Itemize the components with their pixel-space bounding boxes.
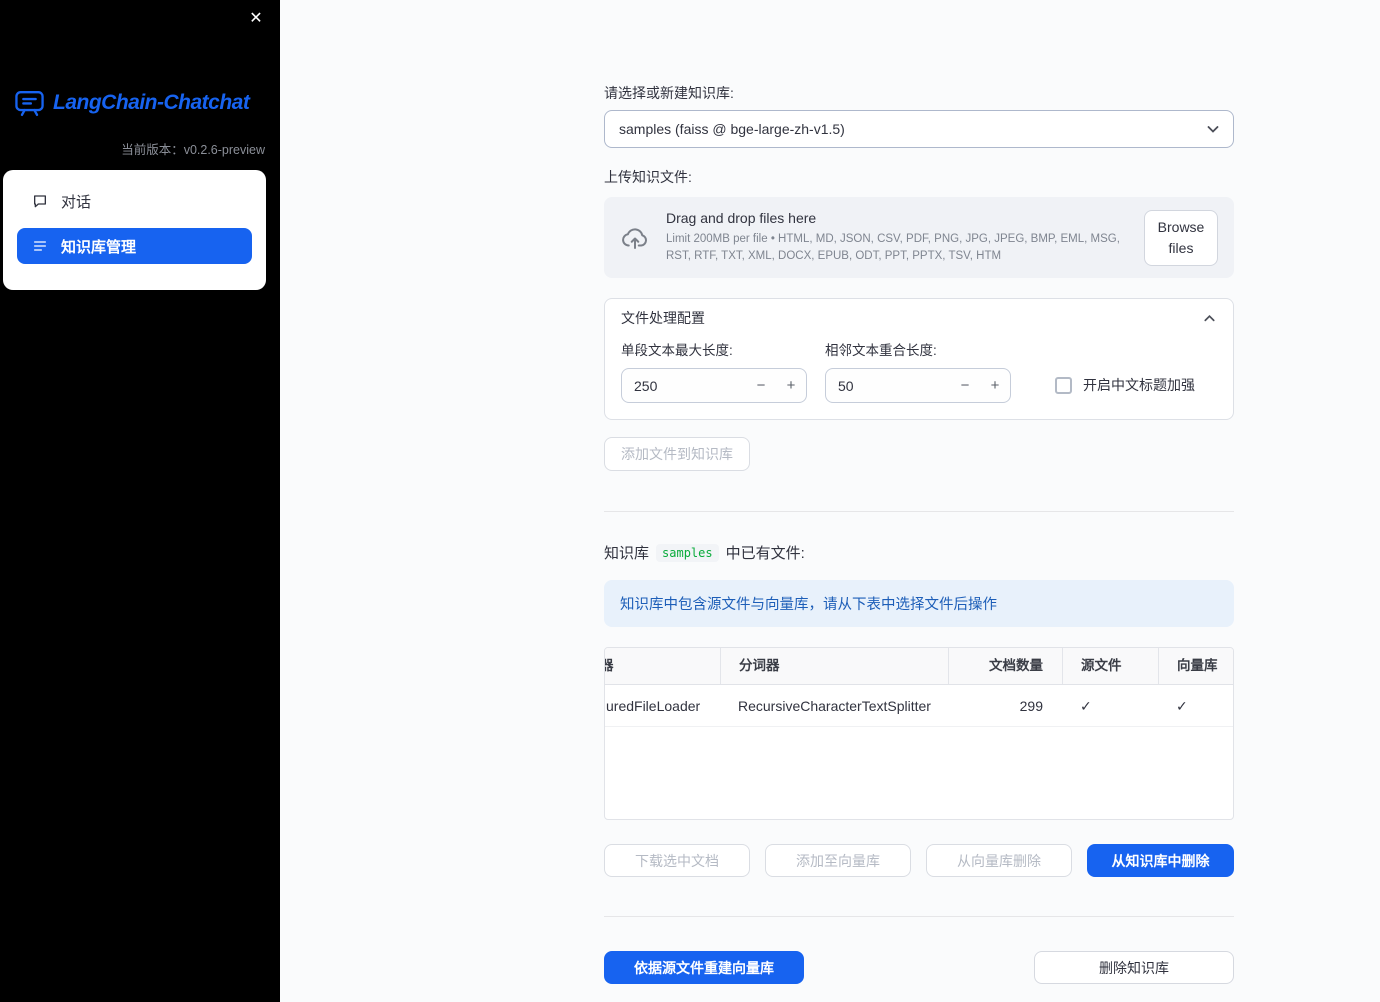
table-header-vector-store: 向量库 bbox=[1158, 648, 1233, 684]
expander-title: 文件处理配置 bbox=[621, 310, 705, 326]
version-text: 当前版本：v0.2.6-preview bbox=[121, 143, 265, 157]
file-actions-row: 下载选中文档 添加至向量库 从向量库删除 从知识库中删除 bbox=[604, 844, 1234, 877]
cell-splitter: RecursiveCharacterTextSplitter bbox=[738, 698, 931, 714]
cell-doc-count: 299 bbox=[1019, 698, 1043, 714]
browse-files-button[interactable]: Browse files bbox=[1144, 209, 1218, 266]
sidebar-close-button[interactable]: ✕ bbox=[245, 8, 267, 30]
zh-title-enhance-label: 开启中文标题加强 bbox=[1083, 377, 1195, 393]
download-selected-button[interactable]: 下载选中文档 bbox=[604, 844, 750, 877]
kb-heading-prefix: 知识库 bbox=[604, 545, 650, 562]
zh-title-enhance-group: 开启中文标题加强 bbox=[1055, 375, 1195, 395]
kb-select-label: 请选择或新建知识库: bbox=[604, 85, 734, 101]
dropzone-title: Drag and drop files here bbox=[666, 210, 817, 227]
max-length-field: 单段文本最大长度: 250 − + bbox=[621, 339, 807, 403]
knowledge-base-icon bbox=[32, 238, 48, 254]
kb-select-value: samples (faiss @ bge-large-zh-v1.5) bbox=[619, 121, 845, 137]
chevron-down-icon bbox=[1205, 121, 1221, 137]
max-length-label: 单段文本最大长度: bbox=[621, 343, 733, 358]
rebuild-vector-store-button[interactable]: 依据源文件重建向量库 bbox=[604, 951, 804, 984]
divider bbox=[604, 916, 1234, 917]
cell-source-file-check: ✓ bbox=[1080, 698, 1092, 714]
cell-loader: uredFileLoader bbox=[606, 698, 701, 714]
expander-body: 单段文本最大长度: 250 − + 相邻文本重合长度: 50 − + 开启中文标… bbox=[605, 337, 1233, 419]
app-logo: LangChain-Chatchat bbox=[13, 86, 250, 119]
kb-footer-actions: 依据源文件重建向量库 删除知识库 bbox=[604, 951, 1234, 984]
close-icon: ✕ bbox=[249, 10, 263, 27]
table-row[interactable]: uredFileLoader RecursiveCharacterTextSpl… bbox=[605, 685, 1233, 727]
overlap-label: 相邻文本重合长度: bbox=[825, 343, 937, 358]
add-files-to-kb-button[interactable]: 添加文件到知识库 bbox=[604, 437, 750, 471]
info-banner-text: 知识库中包含源文件与向量库，请从下表中选择文件后操作 bbox=[620, 597, 997, 613]
upload-label: 上传知识文件: bbox=[604, 169, 692, 185]
kb-files-table[interactable]: 器 分词器 文档数量 源文件 向量库 uredFileLoader Recurs… bbox=[604, 647, 1234, 820]
sidebar-menu: 对话 知识库管理 bbox=[3, 170, 266, 290]
file-config-expander: 文件处理配置 单段文本最大长度: 250 − + 相邻文本重合长度: 50 − … bbox=[604, 298, 1234, 420]
max-length-plus-button[interactable]: + bbox=[776, 369, 806, 402]
zh-title-enhance-checkbox[interactable] bbox=[1055, 376, 1072, 394]
app-title: LangChain-Chatchat bbox=[53, 90, 250, 114]
expander-header[interactable]: 文件处理配置 bbox=[605, 299, 1233, 337]
overlap-input[interactable]: 50 − + bbox=[825, 368, 1011, 403]
divider bbox=[604, 511, 1234, 512]
chat-logo-icon bbox=[13, 86, 46, 119]
table-header-doc-count: 文档数量 bbox=[948, 648, 1062, 684]
upload-cloud-icon bbox=[620, 223, 650, 253]
delete-kb-button[interactable]: 删除知识库 bbox=[1034, 951, 1234, 984]
main-content: 请选择或新建知识库: samples (faiss @ bge-large-zh… bbox=[604, 0, 1234, 984]
sidebar-item-kb-management[interactable]: 知识库管理 bbox=[17, 228, 252, 264]
remove-from-kb-button[interactable]: 从知识库中删除 bbox=[1087, 844, 1234, 877]
kb-name-code: samples bbox=[656, 543, 719, 562]
overlap-field: 相邻文本重合长度: 50 − + bbox=[825, 339, 1011, 403]
dropzone-limit-text: Limit 200MB per file • HTML, MD, JSON, C… bbox=[666, 233, 1120, 262]
sidebar-item-dialogue[interactable]: 对话 bbox=[17, 184, 252, 218]
remove-from-vector-store-button[interactable]: 从向量库删除 bbox=[926, 844, 1072, 877]
table-header-row: 器 分词器 文档数量 源文件 向量库 bbox=[605, 648, 1233, 685]
table-header-splitter: 分词器 bbox=[720, 648, 948, 684]
info-banner: 知识库中包含源文件与向量库，请从下表中选择文件后操作 bbox=[604, 580, 1234, 627]
cell-vector-store-check: ✓ bbox=[1176, 698, 1188, 714]
overlap-plus-button[interactable]: + bbox=[980, 369, 1010, 402]
overlap-minus-button[interactable]: − bbox=[950, 369, 980, 402]
max-length-value[interactable]: 250 bbox=[622, 378, 746, 394]
max-length-minus-button[interactable]: − bbox=[746, 369, 776, 402]
chevron-up-icon bbox=[1202, 311, 1217, 326]
overlap-value[interactable]: 50 bbox=[826, 378, 950, 394]
kb-files-heading: 知识库 samples 中已有文件: bbox=[604, 542, 1234, 563]
sidebar: ✕ LangChain-Chatchat 当前版本：v0.2.6-preview… bbox=[0, 0, 280, 1002]
add-to-vector-store-button[interactable]: 添加至向量库 bbox=[765, 844, 911, 877]
chat-bubble-icon bbox=[32, 193, 48, 209]
max-length-input[interactable]: 250 − + bbox=[621, 368, 807, 403]
table-header-loader: 器 bbox=[605, 648, 720, 684]
file-uploader-dropzone[interactable]: Drag and drop files here Limit 200MB per… bbox=[604, 197, 1234, 278]
sidebar-item-label: 知识库管理 bbox=[61, 238, 137, 256]
sidebar-item-label: 对话 bbox=[61, 193, 92, 211]
kb-select[interactable]: samples (faiss @ bge-large-zh-v1.5) bbox=[604, 110, 1234, 148]
kb-heading-suffix: 中已有文件: bbox=[725, 545, 805, 562]
dropzone-text: Drag and drop files here Limit 200MB per… bbox=[666, 210, 1130, 264]
table-header-source-file: 源文件 bbox=[1062, 648, 1158, 684]
